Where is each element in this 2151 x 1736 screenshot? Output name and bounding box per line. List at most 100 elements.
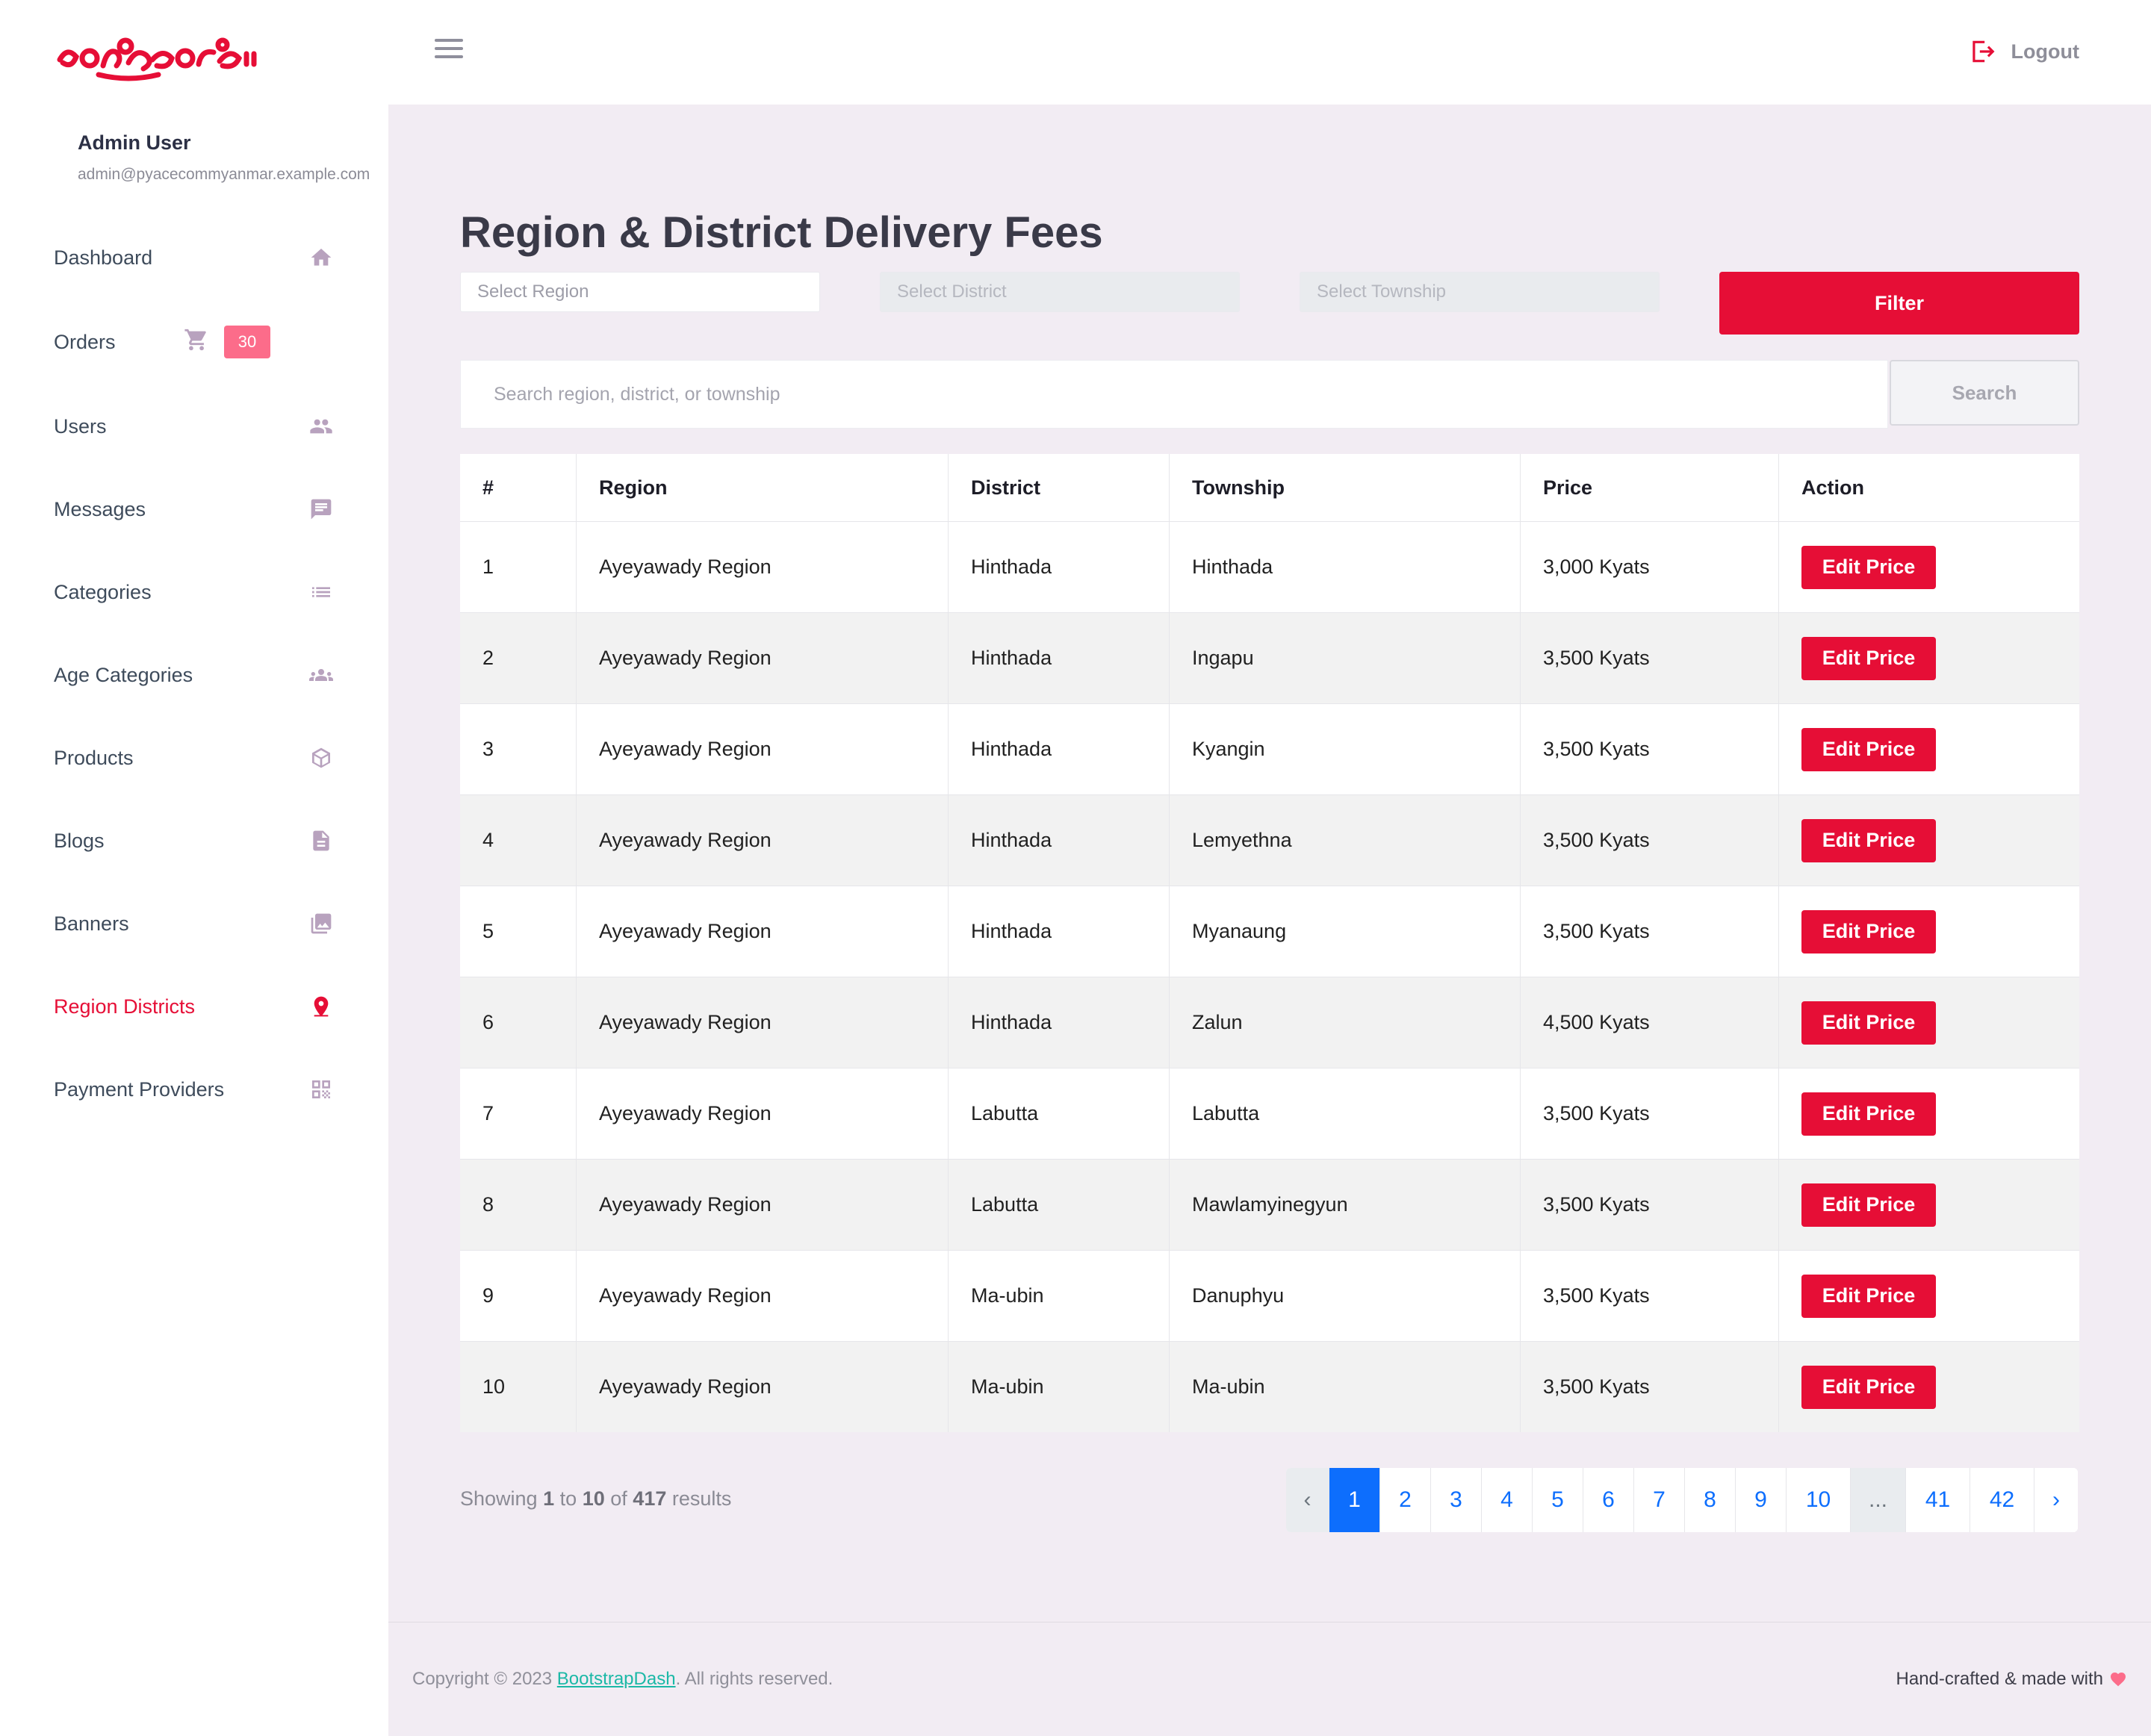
row-price-cell: 3,500 Kyats bbox=[1521, 886, 1779, 977]
row-number-cell: 7 bbox=[460, 1068, 577, 1159]
row-action-cell: Edit Price bbox=[1779, 522, 2079, 612]
showing-total: 417 bbox=[633, 1487, 667, 1510]
row-action-cell: Edit Price bbox=[1779, 977, 2079, 1068]
edit-price-button[interactable]: Edit Price bbox=[1801, 545, 1936, 589]
search-input[interactable]: Search region, district, or township bbox=[460, 360, 1888, 429]
pagination-page-7[interactable]: 7 bbox=[1634, 1468, 1685, 1532]
document-icon bbox=[306, 826, 336, 856]
filter-button[interactable]: Filter bbox=[1719, 272, 2079, 335]
table-row: 5 Ayeyawady Region Hinthada Myanaung 3,500 K… bbox=[460, 886, 2079, 977]
pagination-page-1[interactable]: 1 bbox=[1329, 1468, 1380, 1532]
pagination-page-2[interactable]: 2 bbox=[1380, 1468, 1431, 1532]
sidebar-item-label: Blogs bbox=[54, 829, 105, 852]
edit-price-button[interactable]: Edit Price bbox=[1801, 1274, 1936, 1318]
row-number-cell: 9 bbox=[460, 1251, 577, 1341]
logout-button[interactable]: Logout bbox=[1968, 37, 2079, 66]
row-region-cell: Ayeyawady Region bbox=[577, 522, 949, 612]
pagination-page-10[interactable]: 10 bbox=[1787, 1468, 1851, 1532]
row-action-cell: Edit Price bbox=[1779, 886, 2079, 977]
column-header-action: Action bbox=[1801, 476, 1864, 499]
copyright-suffix: . All rights reserved. bbox=[675, 1669, 834, 1689]
brand-logo[interactable] bbox=[54, 30, 263, 82]
edit-price-button[interactable]: Edit Price bbox=[1801, 818, 1936, 862]
edit-price-button[interactable]: Edit Price bbox=[1801, 1183, 1936, 1227]
edit-price-button[interactable]: Edit Price bbox=[1801, 727, 1936, 771]
pagination-page-4[interactable]: 4 bbox=[1482, 1468, 1533, 1532]
row-price-cell: 3,500 Kyats bbox=[1521, 1068, 1779, 1159]
sidebar-item-blogs[interactable]: Blogs bbox=[0, 807, 388, 874]
message-icon bbox=[306, 494, 336, 524]
row-region-cell: Ayeyawady Region bbox=[577, 1251, 949, 1341]
sidebar-item-categories[interactable]: Categories bbox=[0, 559, 388, 626]
row-region-cell: Ayeyawady Region bbox=[577, 886, 949, 977]
edit-price-button[interactable]: Edit Price bbox=[1801, 1001, 1936, 1045]
region-select[interactable]: Select Region bbox=[460, 272, 820, 312]
sidebar-item-products[interactable]: Products bbox=[0, 724, 388, 791]
sidebar-item-payment-providers[interactable]: Payment Providers bbox=[0, 1056, 388, 1123]
row-district-cell: Labutta bbox=[949, 1068, 1170, 1159]
sidebar-item-region-districts[interactable]: Region Districts bbox=[0, 973, 388, 1040]
row-number-cell: 10 bbox=[460, 1342, 577, 1432]
row-district-cell: Hinthada bbox=[949, 522, 1170, 612]
pagination-next-button[interactable]: › bbox=[2034, 1468, 2078, 1532]
row-region-cell: Ayeyawady Region bbox=[577, 613, 949, 703]
row-township-cell: Labutta bbox=[1170, 1068, 1521, 1159]
copyright-text: Copyright © 2023 BootstrapDash. All righ… bbox=[412, 1669, 833, 1690]
edit-price-button[interactable]: Edit Price bbox=[1801, 909, 1936, 953]
sidebar-item-dashboard[interactable]: Dashboard bbox=[0, 224, 388, 291]
pagination-page-41[interactable]: 41 bbox=[1906, 1468, 1970, 1532]
row-action-cell: Edit Price bbox=[1779, 613, 2079, 703]
row-district-cell: Ma-ubin bbox=[949, 1342, 1170, 1432]
row-price-cell: 3,500 Kyats bbox=[1521, 704, 1779, 794]
sidebar-item-age-categories[interactable]: Age Categories bbox=[0, 641, 388, 709]
edit-price-button[interactable]: Edit Price bbox=[1801, 636, 1936, 680]
logout-icon bbox=[1972, 40, 1995, 63]
row-township-cell: Danuphyu bbox=[1170, 1251, 1521, 1341]
results-summary: Showing 1 to 10 of 417 results bbox=[460, 1487, 731, 1511]
logout-label: Logout bbox=[2011, 40, 2079, 63]
row-action-cell: Edit Price bbox=[1779, 795, 2079, 886]
column-header-price: Price bbox=[1521, 454, 1779, 521]
row-district-cell: Hinthada bbox=[949, 704, 1170, 794]
handcrafted-label: Hand-crafted & made with bbox=[1896, 1669, 2103, 1689]
hamburger-menu-icon[interactable] bbox=[435, 39, 465, 66]
table-row: 4 Ayeyawady Region Hinthada Lemyethna 3,500 … bbox=[460, 794, 2079, 886]
column-header-number: # bbox=[460, 454, 577, 521]
pagination-page-5[interactable]: 5 bbox=[1533, 1468, 1583, 1532]
sidebar-item-orders[interactable]: Orders 30 bbox=[0, 308, 388, 376]
showing-of-word: of bbox=[610, 1487, 627, 1510]
row-township-cell: Ma-ubin bbox=[1170, 1342, 1521, 1432]
row-township-cell: Mawlamyinegyun bbox=[1170, 1160, 1521, 1250]
table-row: 6 Ayeyawady Region Hinthada Zalun 4,500 Kyat… bbox=[460, 977, 2079, 1068]
sidebar-item-users[interactable]: Users bbox=[0, 393, 388, 460]
sidebar-item-label: Dashboard bbox=[54, 246, 153, 269]
pagination-page-3[interactable]: 3 bbox=[1431, 1468, 1482, 1532]
row-township-cell: Lemyethna bbox=[1170, 795, 1521, 886]
edit-price-button[interactable]: Edit Price bbox=[1801, 1092, 1936, 1136]
township-select[interactable]: Select Township bbox=[1300, 272, 1660, 312]
pagination-page-6[interactable]: 6 bbox=[1583, 1468, 1634, 1532]
row-number-cell: 8 bbox=[460, 1160, 577, 1250]
pagination-page-42[interactable]: 42 bbox=[1970, 1468, 2034, 1532]
table-row: 7 Ayeyawady Region Labutta Labutta 3,500 Kya… bbox=[460, 1068, 2079, 1159]
showing-from: 1 bbox=[543, 1487, 555, 1510]
table-row: 8 Ayeyawady Region Labutta Mawlamyinegyun 3,… bbox=[460, 1159, 2079, 1250]
edit-price-button[interactable]: Edit Price bbox=[1801, 1365, 1936, 1409]
row-number-cell: 1 bbox=[460, 522, 577, 612]
sidebar-item-label: Users bbox=[54, 414, 107, 438]
pagination-prev-button[interactable]: ‹ bbox=[1286, 1468, 1329, 1532]
column-header-region: Region bbox=[577, 454, 949, 521]
profile-name: Admin User bbox=[78, 131, 191, 154]
sidebar-item-banners[interactable]: Banners bbox=[0, 890, 388, 957]
district-select[interactable]: Select District bbox=[880, 272, 1240, 312]
bootstrapdash-link[interactable]: BootstrapDash bbox=[557, 1669, 676, 1689]
sidebar: Admin User admin@pyacecommyanmar.example… bbox=[0, 0, 388, 1736]
row-district-cell: Hinthada bbox=[949, 613, 1170, 703]
search-button[interactable]: Search bbox=[1890, 360, 2079, 426]
group-icon bbox=[306, 660, 336, 690]
pagination-page-9[interactable]: 9 bbox=[1736, 1468, 1787, 1532]
pagination-page-8[interactable]: 8 bbox=[1685, 1468, 1736, 1532]
sidebar-item-messages[interactable]: Messages bbox=[0, 476, 388, 543]
showing-to-word: to bbox=[559, 1487, 577, 1510]
row-action-cell: Edit Price bbox=[1779, 1068, 2079, 1159]
